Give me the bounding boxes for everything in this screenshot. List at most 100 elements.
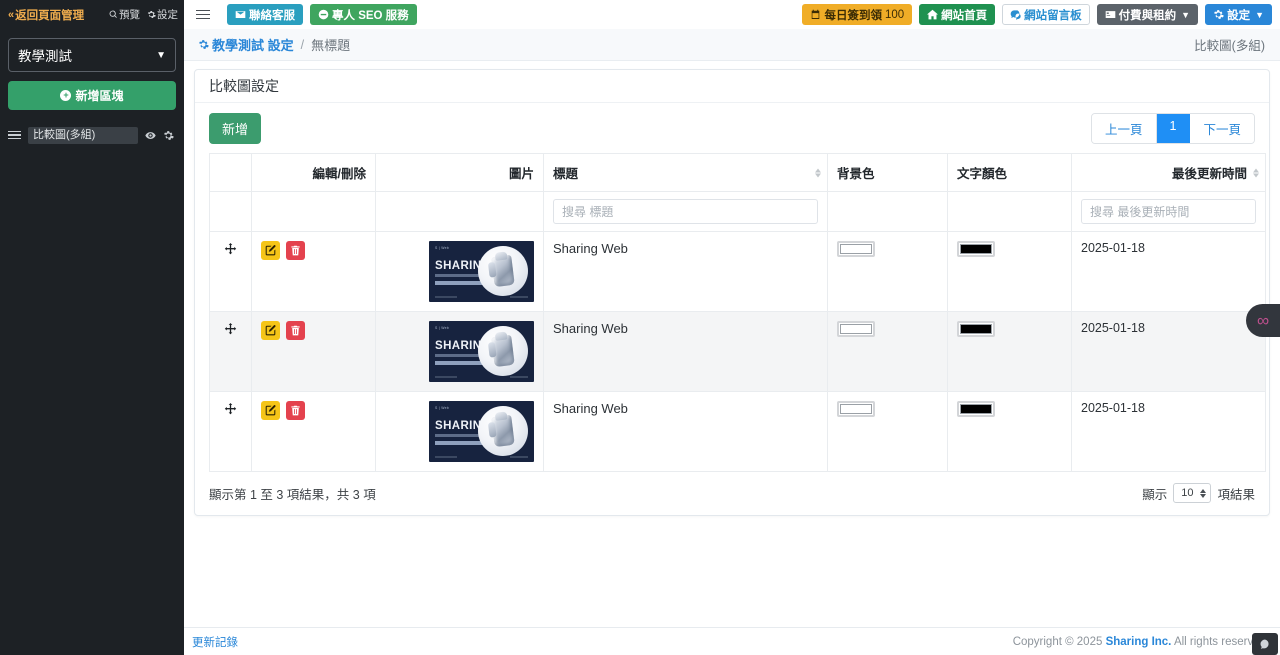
copyright-pre: Copyright © 2025 bbox=[1012, 635, 1106, 648]
breadcrumb-parent-link[interactable]: 教學測試 設定 bbox=[198, 35, 294, 54]
pagination-page-1[interactable]: 1 bbox=[1156, 114, 1191, 143]
table-header-row: 編輯/刪除 圖片 標題 背景色 文字顏色 最後更新時間 bbox=[209, 153, 1266, 192]
page-length-prefix: 顯示 bbox=[1142, 487, 1168, 502]
th-updated-at-label: 最後更新時間 bbox=[1171, 167, 1247, 181]
daily-checkin-button[interactable]: 每日簽到領 100 bbox=[802, 4, 913, 25]
guestbook-label: 網站留言板 bbox=[1024, 9, 1082, 22]
table-body: S | Web SHARING Sharing Web 2025-01-18 S… bbox=[209, 231, 1266, 472]
plus-icon: + bbox=[60, 90, 72, 101]
thumbnail-object bbox=[491, 414, 515, 448]
chevron-down-icon: ▼ bbox=[1255, 9, 1264, 20]
chat-widget-button[interactable] bbox=[1252, 633, 1278, 655]
row-thumbnail[interactable]: S | Web SHARING bbox=[429, 241, 534, 302]
delete-row-button[interactable] bbox=[286, 241, 305, 260]
th-updated-at[interactable]: 最後更新時間 bbox=[1071, 153, 1266, 192]
pencil-square-icon bbox=[265, 405, 276, 416]
row-thumbnail[interactable]: S | Web SHARING bbox=[429, 321, 534, 382]
row-thumbnail[interactable]: S | Web SHARING bbox=[429, 401, 534, 462]
seo-service-button[interactable]: 專人 SEO 服務 bbox=[310, 4, 417, 25]
thumbnail-footer-right bbox=[510, 296, 528, 298]
filter-cell-actions bbox=[251, 191, 376, 232]
add-block-label: 新增區塊 bbox=[75, 89, 124, 103]
add-block-button[interactable]: + 新增區塊 bbox=[8, 81, 176, 110]
filter-cell-title bbox=[543, 191, 828, 232]
table-toolbar: 新增 上一頁 1 下一頁 bbox=[209, 113, 1255, 144]
row-move-cell bbox=[209, 231, 252, 312]
th-title[interactable]: 標題 bbox=[543, 153, 828, 192]
thumbnail-footer-left bbox=[435, 376, 457, 378]
site-select[interactable]: 教學測試 ▼ bbox=[8, 38, 176, 72]
page-length-select[interactable]: 10 bbox=[1173, 483, 1212, 503]
pagination-prev-button[interactable]: 上一頁 bbox=[1092, 114, 1157, 143]
settings-label: 設定 bbox=[1227, 9, 1251, 22]
site-home-label: 網站首頁 bbox=[941, 9, 988, 22]
visibility-toggle-button[interactable] bbox=[145, 130, 156, 141]
background-color-swatch[interactable] bbox=[837, 241, 875, 257]
menu-toggle-button[interactable] bbox=[184, 9, 220, 20]
th-move bbox=[209, 153, 252, 192]
edit-row-button[interactable] bbox=[261, 321, 280, 340]
thumbnail-logo: S | Web bbox=[435, 246, 450, 250]
copyright: Copyright © 2025 Sharing Inc. All rights… bbox=[1013, 636, 1266, 648]
table-row: S | Web SHARING Sharing Web 2025-01-18 bbox=[209, 231, 1266, 312]
edit-row-button[interactable] bbox=[261, 241, 280, 260]
guestbook-button[interactable]: 網站留言板 bbox=[1002, 4, 1090, 25]
trash-icon bbox=[291, 405, 300, 416]
infinity-side-tab[interactable]: ∞ bbox=[1246, 304, 1280, 337]
thumbnail-footer-right bbox=[510, 376, 528, 378]
move-handle-icon[interactable] bbox=[224, 243, 237, 259]
gear-icon bbox=[1214, 10, 1224, 19]
preview-button[interactable]: 預覽 bbox=[109, 7, 140, 22]
block-list-item[interactable]: 比較圖(多組) bbox=[0, 123, 184, 147]
move-handle-icon[interactable] bbox=[224, 403, 237, 419]
row-updated-at: 2025-01-18 bbox=[1071, 391, 1266, 472]
block-name: 比較圖(多組) bbox=[28, 126, 138, 144]
eye-icon bbox=[145, 131, 156, 139]
sort-icon bbox=[1253, 168, 1259, 177]
card-title: 比較圖設定 bbox=[195, 70, 1269, 103]
background-color-swatch[interactable] bbox=[837, 321, 875, 337]
thumbnail-subline-1 bbox=[435, 274, 479, 277]
page-length-value: 10 bbox=[1181, 487, 1194, 499]
drag-handle-icon[interactable] bbox=[8, 130, 21, 140]
pagination-next-button[interactable]: 下一頁 bbox=[1190, 114, 1254, 143]
minus-circle-icon bbox=[318, 9, 329, 20]
row-text-color-cell bbox=[947, 391, 1072, 472]
comments-icon bbox=[1010, 10, 1021, 20]
title-search-input[interactable] bbox=[553, 199, 818, 224]
text-color-swatch[interactable] bbox=[957, 401, 995, 417]
site-home-button[interactable]: 網站首頁 bbox=[919, 4, 996, 25]
sidebar-settings-button[interactable]: 設定 bbox=[147, 7, 178, 22]
filter-cell-move bbox=[209, 191, 252, 232]
contact-support-button[interactable]: 聯絡客服 bbox=[227, 4, 303, 25]
block-settings-button[interactable] bbox=[163, 130, 174, 141]
row-actions bbox=[261, 321, 366, 340]
update-log-link[interactable]: 更新記錄 bbox=[192, 634, 238, 650]
background-color-swatch[interactable] bbox=[837, 401, 875, 417]
daily-checkin-count: 100 bbox=[884, 8, 905, 21]
text-color-swatch[interactable] bbox=[957, 241, 995, 257]
breadcrumb-current: 無標題 bbox=[311, 38, 351, 53]
copyright-brand: Sharing Inc. bbox=[1105, 635, 1172, 648]
row-image-cell: S | Web SHARING bbox=[375, 391, 544, 472]
row-image-cell: S | Web SHARING bbox=[375, 231, 544, 312]
chevron-down-icon: ▼ bbox=[1181, 9, 1191, 20]
thumbnail-subline-1 bbox=[435, 434, 479, 437]
updated-search-input[interactable] bbox=[1081, 199, 1256, 224]
th-background-color: 背景色 bbox=[827, 153, 948, 192]
settings-menu-button[interactable]: 設定 ▼ bbox=[1205, 4, 1272, 25]
filter-cell-background bbox=[827, 191, 948, 232]
billing-menu-button[interactable]: 付費與租約 ▼ bbox=[1096, 4, 1199, 25]
edit-row-button[interactable] bbox=[261, 401, 280, 420]
delete-row-button[interactable] bbox=[286, 321, 305, 340]
block-list: 比較圖(多組) bbox=[0, 123, 184, 147]
row-actions bbox=[261, 401, 366, 420]
move-handle-icon[interactable] bbox=[224, 323, 237, 339]
chat-icon bbox=[1260, 639, 1269, 649]
back-to-page-management-button[interactable]: « 返回頁面管理 bbox=[8, 7, 84, 23]
text-color-swatch[interactable] bbox=[957, 321, 995, 337]
add-row-button[interactable]: 新增 bbox=[209, 113, 262, 144]
seo-service-label: 專人 SEO 服務 bbox=[332, 9, 409, 22]
breadcrumb: 教學測試 設定 / 無標題 比較圖(多組) bbox=[184, 29, 1280, 61]
delete-row-button[interactable] bbox=[286, 401, 305, 420]
